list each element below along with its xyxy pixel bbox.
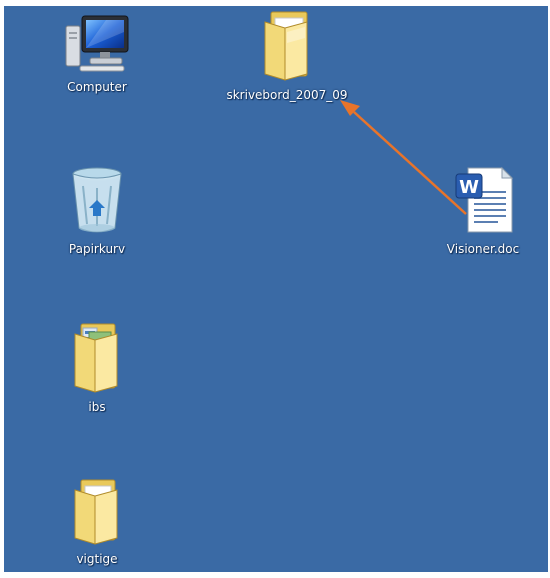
desktop-icon-label: Papirkurv: [68, 242, 126, 256]
desktop-icon-label: vigtige: [76, 552, 118, 566]
desktop-icon-label: skrivebord_2007_09: [226, 88, 348, 102]
desktop-icon-vigtige-folder[interactable]: vigtige: [32, 476, 162, 566]
recycle-bin-icon: [72, 167, 122, 233]
desktop-icon-label: Visioner.doc: [446, 242, 520, 256]
desktop-icon-papirkurv[interactable]: Papirkurv: [32, 164, 162, 256]
folder-icon: [74, 479, 118, 545]
desktop-icon-skrivebord-folder[interactable]: skrivebord_2007_09: [222, 8, 352, 102]
folder-icon: [74, 323, 118, 393]
desktop-icon-label: ibs: [88, 400, 106, 414]
desktop[interactable]: Computer skrivebord_2007_09 Papirkurv W …: [4, 6, 548, 572]
computer-icon: [65, 15, 129, 72]
desktop-icon-visioner-doc[interactable]: W Visioner.doc: [418, 162, 548, 256]
desktop-icon-label: Computer: [67, 80, 127, 94]
desktop-icon-ibs-folder[interactable]: ibs: [32, 318, 162, 414]
desktop-icon-computer[interactable]: Computer: [32, 12, 162, 94]
folder-icon: [264, 11, 308, 81]
svg-text:W: W: [459, 177, 479, 198]
word-document-icon: W: [455, 166, 514, 233]
